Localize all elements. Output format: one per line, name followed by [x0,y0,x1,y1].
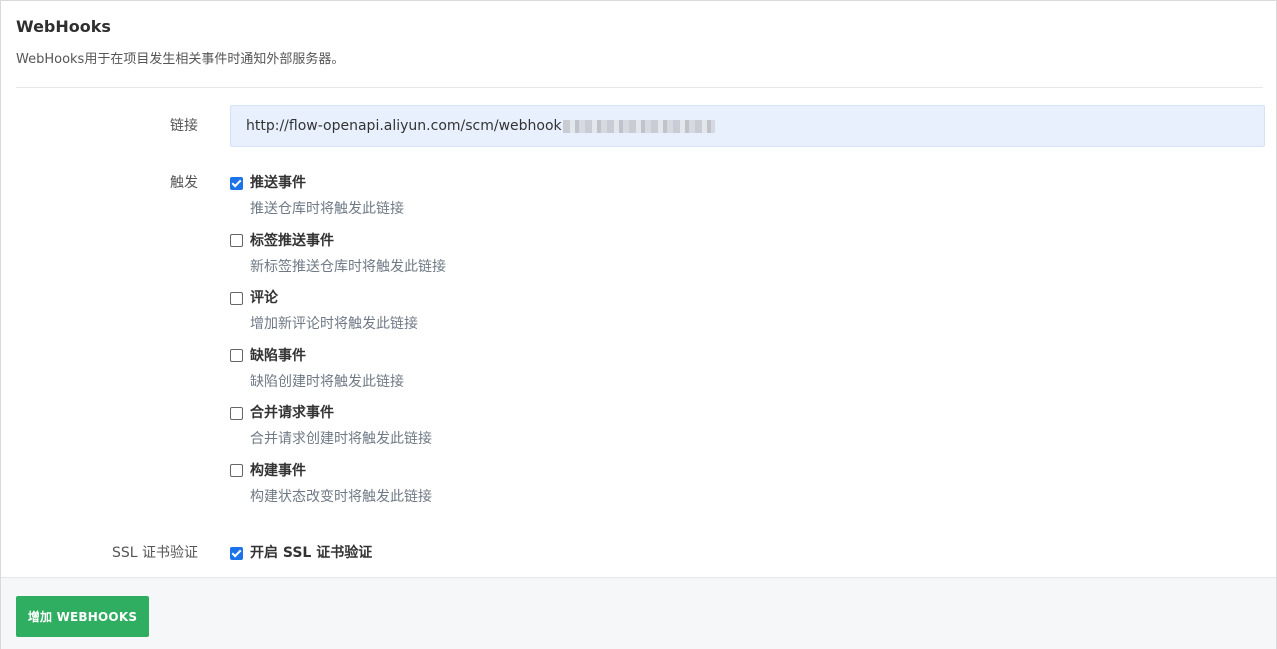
trigger-label: 触发 [170,175,198,191]
trigger-list: 推送事件 推送仓库时将触发此链接 标签推送事件 新标签推送仓库时将触发此链接 评… [230,173,446,518]
trigger-tag-push: 标签推送事件 新标签推送仓库时将触发此链接 [230,231,446,289]
trigger-help-text: 缺陷创建时将触发此链接 [250,373,404,390]
trigger-option-label[interactable]: 标签推送事件 [250,231,334,251]
url-label: 链接 [170,118,198,134]
build-event-checkbox[interactable] [230,464,243,477]
panel-footer: 增加 WEBHOOKS [1,577,1276,649]
trigger-help-text: 新标签推送仓库时将触发此链接 [250,258,446,275]
url-value: http://flow-openapi.aliyun.com/scm/webho… [246,118,562,134]
comment-event-checkbox[interactable] [230,291,243,305]
trigger-help-text: 构建状态改变时将触发此链接 [250,488,432,505]
trigger-help-text: 增加新评论时将触发此链接 [250,316,418,332]
trigger-option-label[interactable]: 缺陷事件 [250,346,306,366]
merge-request-event-checkbox[interactable] [230,406,243,420]
trigger-help-text: 合并请求创建时将触发此链接 [250,431,432,447]
trigger-option-label[interactable]: 评论 [250,288,278,308]
header-divider [16,87,1263,88]
tag-push-event-checkbox[interactable] [230,234,243,247]
ssl-verify-checkbox[interactable] [230,546,243,560]
ssl-option: 开启 SSL 证书验证 [230,543,372,563]
ssl-label: SSL 证书验证 [111,545,198,561]
trigger-option-label[interactable]: 构建事件 [250,461,306,481]
ssl-option-label[interactable]: 开启 SSL 证书验证 [250,543,372,563]
trigger-merge-request: 合并请求事件 合并请求创建时将触发此链接 [230,403,446,461]
page-title: WebHooks [16,17,111,36]
issue-event-checkbox[interactable] [230,349,243,362]
webhooks-panel: WebHooks WebHooks用于在项目发生相关事件时通知外部服务器。 链接… [0,0,1277,649]
panel-header: WebHooks WebHooks用于在项目发生相关事件时通知外部服务器。 [16,15,1263,70]
trigger-comment: 评论 增加新评论时将触发此链接 [230,288,446,346]
trigger-push: 推送事件 推送仓库时将触发此链接 [230,173,446,231]
page-description: WebHooks用于在项目发生相关事件时通知外部服务器。 [16,52,345,67]
trigger-issue: 缺陷事件 缺陷创建时将触发此链接 [230,346,446,404]
push-event-checkbox[interactable] [230,176,243,190]
add-webhooks-button[interactable]: 增加 WEBHOOKS [16,596,149,637]
url-input[interactable]: http://flow-openapi.aliyun.com/scm/webho… [230,105,1265,147]
trigger-option-label[interactable]: 合并请求事件 [250,403,334,423]
trigger-help-text: 推送仓库时将触发此链接 [250,201,404,217]
redacted-token [562,119,715,133]
trigger-build: 构建事件 构建状态改变时将触发此链接 [230,461,446,519]
trigger-option-label[interactable]: 推送事件 [250,173,306,193]
